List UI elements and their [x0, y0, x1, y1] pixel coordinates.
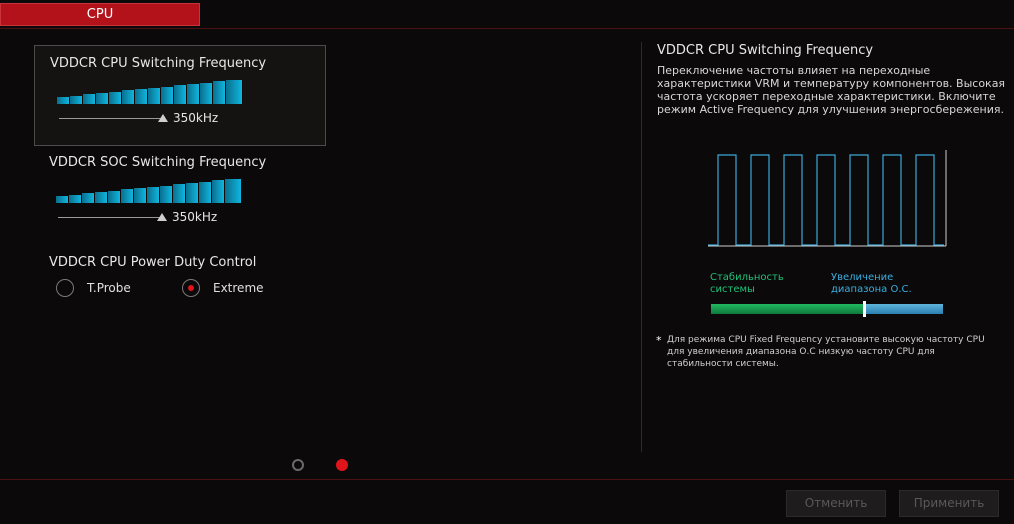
frequency-level-bars[interactable] [56, 179, 242, 203]
help-description: Переключение частоты влияет на переходны… [657, 64, 1006, 116]
square-wave-diagram [708, 150, 947, 247]
frequency-bar [174, 85, 187, 104]
setting-title: VDDCR SOC Switching Frequency [49, 155, 267, 170]
stability-label: Стабильность системы [710, 272, 784, 295]
frequency-bar [186, 183, 199, 203]
frequency-bar [70, 96, 83, 104]
stability-oc-bar [711, 301, 943, 317]
help-note: Для режима CPU Fixed Frequency установит… [667, 335, 985, 369]
frequency-bar [82, 193, 95, 203]
settings-panel: VDDCR CPU Switching Frequency 350kHz VDD… [0, 29, 640, 479]
note-asterisk: * [656, 334, 662, 347]
soc-switching-frequency-setting[interactable]: VDDCR SOC Switching Frequency 350kHz [34, 145, 324, 244]
page-indicator-1[interactable] [292, 459, 304, 471]
frequency-bar [134, 188, 147, 203]
panel-divider [641, 42, 642, 452]
frequency-bar [226, 80, 243, 104]
radio-tprobe[interactable] [56, 279, 74, 297]
frequency-bar [83, 94, 96, 104]
frequency-bar [147, 187, 160, 203]
cancel-button[interactable]: Отменить [786, 490, 886, 517]
frequency-level-bars[interactable] [57, 80, 243, 104]
radio-label-tprobe: T.Probe [87, 281, 131, 295]
frequency-bar [57, 97, 70, 104]
frequency-bar [96, 93, 109, 104]
stability-segment [711, 304, 865, 314]
frequency-bar [212, 180, 225, 203]
square-wave [708, 154, 944, 246]
frequency-bar [161, 87, 174, 104]
radio-label-extreme: Extreme [213, 281, 264, 295]
frequency-value: 350kHz [172, 210, 218, 224]
frequency-slider-thumb[interactable] [157, 213, 167, 221]
frequency-value: 350kHz [173, 111, 219, 125]
setting-title: VDDCR CPU Power Duty Control [49, 255, 257, 270]
frequency-slider-track[interactable] [58, 217, 162, 218]
page-indicator-2[interactable] [336, 459, 348, 471]
cpu-switching-frequency-setting[interactable]: VDDCR CPU Switching Frequency 350kHz [34, 45, 326, 146]
frequency-bar [56, 196, 69, 203]
frequency-bar [199, 182, 212, 203]
frequency-bar [148, 88, 161, 104]
oc-segment [864, 304, 943, 314]
frequency-bar [160, 186, 173, 203]
frequency-bar [121, 189, 134, 203]
frequency-bar [200, 83, 213, 104]
frequency-bar [173, 184, 186, 203]
help-title: VDDCR CPU Switching Frequency [657, 43, 874, 58]
balance-marker [863, 301, 867, 317]
oc-range-label: Увеличение диапазона О.С. [831, 272, 912, 295]
frequency-bar [109, 92, 122, 104]
setting-title: VDDCR CPU Switching Frequency [50, 56, 267, 71]
frequency-bar [135, 89, 148, 104]
top-tab-bar: CPU [0, 0, 1014, 29]
apply-button[interactable]: Применить [899, 490, 999, 517]
tab-cpu[interactable]: CPU [0, 3, 200, 26]
frequency-bar [187, 84, 200, 104]
frequency-bar [108, 191, 121, 203]
radio-extreme[interactable] [182, 279, 200, 297]
frequency-bar [213, 81, 226, 104]
frequency-slider-thumb[interactable] [158, 114, 168, 122]
frequency-bar [122, 90, 135, 104]
radio-selected-dot [188, 285, 194, 291]
power-duty-control-setting: VDDCR CPU Power Duty Control T.Probe Ext… [34, 245, 324, 305]
frequency-bar [95, 192, 108, 203]
frequency-bar [225, 179, 242, 203]
frequency-bar [69, 195, 82, 203]
frequency-slider-track[interactable] [59, 118, 163, 119]
